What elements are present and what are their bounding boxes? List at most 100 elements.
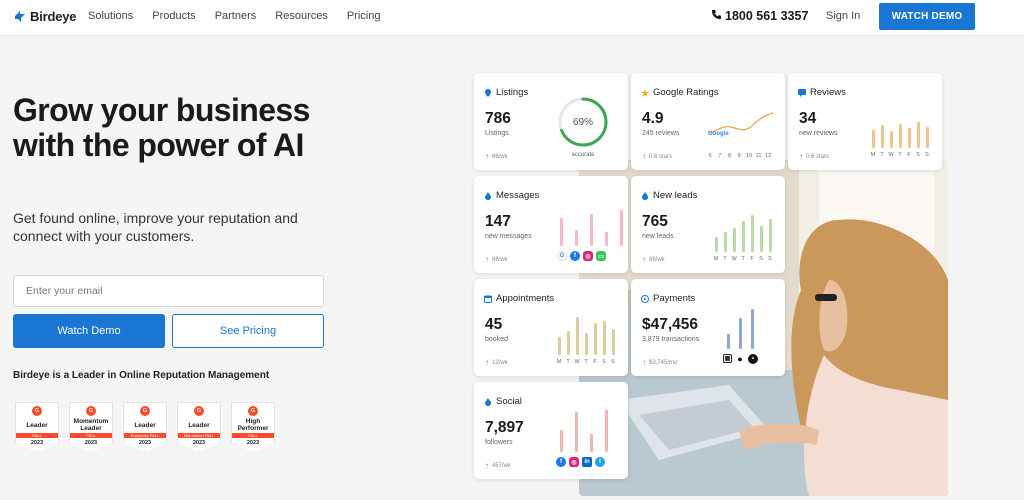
chart-bar bbox=[908, 128, 911, 148]
g2-badge: G Leader Enterprise FALL 2023 bbox=[123, 402, 167, 452]
nav-partners[interactable]: Partners bbox=[215, 10, 257, 22]
day-label: M bbox=[870, 152, 876, 158]
g2-badge: G Momentum Leader FALL 2023 bbox=[69, 402, 113, 452]
badge-season: Mid-Market FALL bbox=[178, 433, 220, 438]
watch-demo-hero-button[interactable]: Watch Demo bbox=[13, 314, 165, 348]
chart-bar bbox=[899, 124, 902, 148]
google-logo-text: Google bbox=[708, 131, 729, 137]
appointments-title: Appointments bbox=[496, 293, 555, 304]
listings-card: Listings 786 Listings ↑ 86/wk 69% accurat… bbox=[474, 73, 628, 170]
nav-solutions[interactable]: Solutions bbox=[88, 10, 133, 22]
chart-bar bbox=[575, 230, 578, 246]
chart-bar bbox=[558, 337, 561, 355]
reviews-sub: new reviews bbox=[799, 130, 838, 137]
payment-icon bbox=[641, 294, 649, 303]
chart-bar bbox=[603, 321, 606, 355]
nav-products[interactable]: Products bbox=[152, 10, 195, 22]
badge-year: 2023 bbox=[192, 440, 206, 446]
message-channel-icons: G f ◎ ▭ bbox=[557, 251, 606, 261]
appointments-value: 45 bbox=[485, 316, 503, 333]
chart-bar bbox=[872, 130, 875, 148]
axis-tick: 6 bbox=[708, 153, 712, 159]
linkedin-icon: in bbox=[582, 457, 592, 467]
chart-bar bbox=[760, 226, 763, 252]
day-label: W bbox=[888, 152, 894, 158]
chart-bar bbox=[739, 318, 742, 349]
instagram-icon: ◎ bbox=[583, 251, 593, 261]
day-label: S bbox=[916, 152, 920, 158]
day-label: F bbox=[593, 359, 597, 365]
badge-year: 2023 bbox=[84, 440, 98, 446]
appointments-days: M T W T F S S bbox=[556, 359, 616, 365]
watch-demo-button[interactable]: WATCH DEMO bbox=[879, 3, 975, 30]
g2-icon: G bbox=[140, 406, 150, 416]
appointments-sub: booked bbox=[485, 336, 508, 343]
appointments-card: Appointments 45 booked ↑ 12/wk M T W T F … bbox=[474, 279, 628, 376]
nav-resources[interactable]: Resources bbox=[275, 10, 328, 22]
chat-icon: ▭ bbox=[596, 251, 606, 261]
facebook-icon: f bbox=[556, 457, 566, 467]
phone-icon bbox=[711, 9, 722, 23]
see-pricing-button[interactable]: See Pricing bbox=[172, 314, 324, 348]
reviews-days: M T W T F S S bbox=[870, 152, 930, 158]
axis-tick: 9 bbox=[737, 153, 741, 159]
facebook-icon: f bbox=[570, 251, 580, 261]
listings-value: 786 bbox=[485, 110, 511, 127]
axis-tick: 7 bbox=[718, 153, 722, 159]
star-icon bbox=[641, 88, 649, 97]
google-icon: G bbox=[557, 251, 567, 261]
social-channel-icons: f ◎ in t bbox=[556, 457, 605, 467]
g2-badge: G Leader Mid-Market FALL 2023 bbox=[177, 402, 221, 452]
arrow-up-icon: ↑ bbox=[642, 358, 646, 367]
chart-bar bbox=[612, 329, 615, 355]
badge-year: 2023 bbox=[30, 440, 44, 446]
chart-bar bbox=[605, 410, 608, 452]
hero-headline: Grow your business with the power of AI bbox=[13, 92, 310, 163]
top-nav: Birdeye Solutions Products Partners Reso… bbox=[0, 0, 1024, 36]
birdeye-logo-icon bbox=[14, 10, 27, 23]
g2-icon: G bbox=[86, 406, 96, 416]
badge-title: High Performer bbox=[237, 418, 269, 432]
payments-card: Payments $47,456 3,879 transactions ↑ $3,… bbox=[631, 279, 785, 376]
badge-title: Leader bbox=[134, 421, 156, 429]
chart-bar bbox=[742, 221, 745, 252]
chart-bar bbox=[751, 215, 754, 252]
reviews-bars bbox=[872, 118, 929, 148]
listings-title: Listings bbox=[496, 87, 529, 98]
nav-pricing[interactable]: Pricing bbox=[347, 10, 381, 22]
brand-logo[interactable]: Birdeye bbox=[14, 9, 76, 24]
social-title: Social bbox=[496, 396, 522, 407]
payments-sub: 3,879 transactions bbox=[642, 336, 700, 343]
payment-method-icons: ▦ ● • bbox=[723, 354, 758, 364]
sign-in-link[interactable]: Sign In bbox=[826, 10, 860, 22]
badge-title: Leader bbox=[188, 421, 210, 429]
day-label: T bbox=[584, 359, 588, 365]
location-pin-icon bbox=[484, 88, 492, 97]
badge-season: FALL bbox=[16, 433, 58, 438]
hero-subhead: Get found online, improve your reputatio… bbox=[13, 210, 298, 244]
listings-sub: Listings bbox=[485, 130, 509, 137]
leads-bars bbox=[715, 208, 772, 252]
payments-bars bbox=[727, 305, 754, 349]
chart-bar bbox=[590, 434, 593, 452]
chart-bar bbox=[576, 317, 579, 355]
email-field[interactable] bbox=[13, 275, 324, 307]
chart-bar bbox=[560, 430, 563, 452]
badge-season: FALL bbox=[232, 433, 274, 438]
chart-bar bbox=[881, 125, 884, 148]
twitter-icon: t bbox=[595, 457, 605, 467]
arrow-up-icon: ↑ bbox=[799, 152, 803, 161]
axis-tick: 10 bbox=[745, 153, 752, 159]
axis-tick: 11 bbox=[755, 153, 762, 159]
chart-bar bbox=[567, 331, 570, 355]
ratings-sub: 245 reviews bbox=[642, 130, 680, 137]
arrow-up-icon: ↑ bbox=[485, 461, 489, 470]
chart-bar bbox=[590, 214, 593, 246]
qr-code-icon: ▦ bbox=[723, 354, 732, 363]
chart-bar bbox=[733, 228, 736, 252]
g2-icon: G bbox=[32, 406, 42, 416]
badge-title: Leader bbox=[26, 421, 48, 429]
phone-link[interactable]: 1800 561 3357 bbox=[711, 9, 808, 23]
arrow-up-icon: ↑ bbox=[642, 152, 646, 161]
chat-pay-icon: • bbox=[748, 354, 758, 364]
